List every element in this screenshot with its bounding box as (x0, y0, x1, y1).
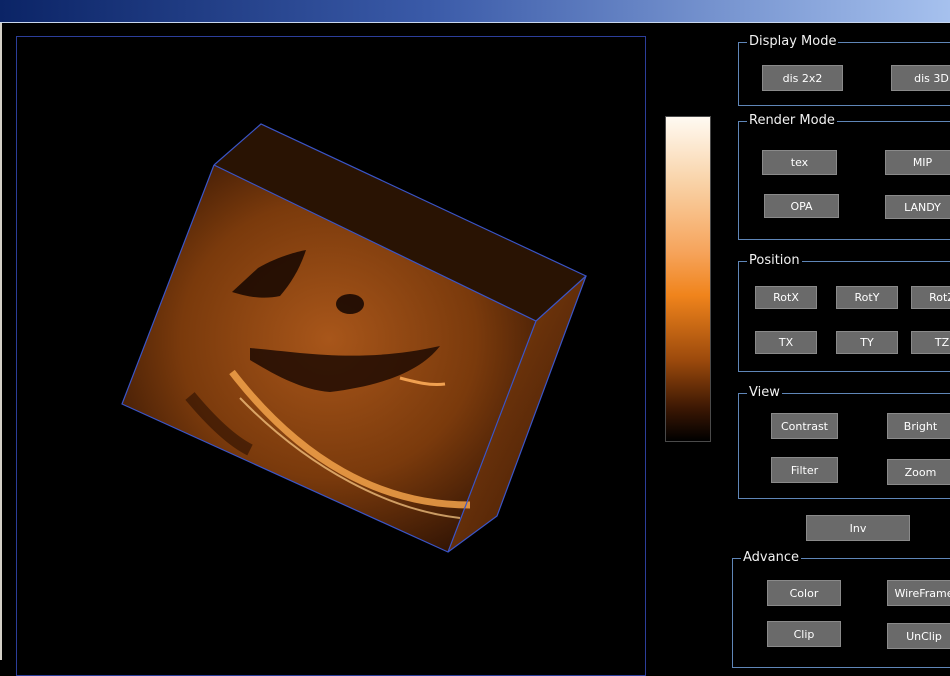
dis-3d-button[interactable]: dis 3D (891, 65, 950, 91)
roty-button[interactable]: RotY (836, 286, 898, 309)
view-title: View (747, 385, 782, 401)
render-mode-group: Render Mode (738, 113, 950, 240)
filter-button[interactable]: Filter (771, 457, 838, 483)
opa-button[interactable]: OPA (764, 194, 839, 218)
dis-2x2-button[interactable]: dis 2x2 (762, 65, 843, 91)
clip-button[interactable]: Clip (767, 621, 841, 647)
rotx-button[interactable]: RotX (755, 286, 817, 309)
position-group: Position (738, 253, 950, 372)
colormap-bar (665, 116, 711, 442)
render-viewport[interactable] (16, 36, 646, 676)
unclip-button[interactable]: UnClip (887, 623, 950, 649)
tex-button[interactable]: tex (762, 150, 837, 175)
tx-button[interactable]: TX (755, 331, 817, 354)
landy-button[interactable]: LANDY (885, 195, 950, 219)
rotz-button[interactable]: RotZ (911, 286, 950, 309)
wireframe-button[interactable]: WireFrame (887, 580, 950, 606)
contrast-button[interactable]: Contrast (771, 413, 838, 439)
volume-rendering[interactable] (0, 0, 630, 640)
display-mode-title: Display Mode (747, 34, 839, 50)
inv-button[interactable]: Inv (806, 515, 910, 541)
tz-button[interactable]: TZ (911, 331, 950, 354)
color-button[interactable]: Color (767, 580, 841, 606)
advance-title: Advance (741, 550, 801, 566)
advance-group: Advance (732, 550, 950, 668)
render-mode-title: Render Mode (747, 113, 837, 129)
zoom-button[interactable]: Zoom (887, 459, 950, 485)
mip-button[interactable]: MIP (885, 150, 950, 175)
ty-button[interactable]: TY (836, 331, 898, 354)
bright-button[interactable]: Bright (887, 413, 950, 439)
volume-cube (122, 124, 586, 552)
position-title: Position (747, 253, 802, 269)
